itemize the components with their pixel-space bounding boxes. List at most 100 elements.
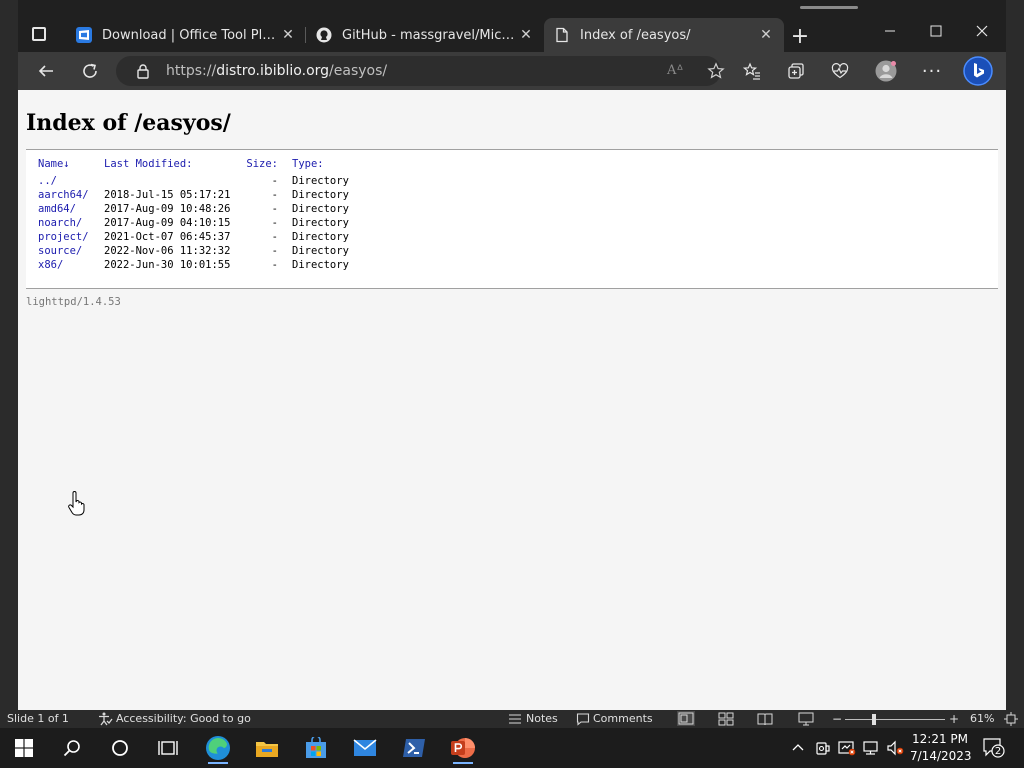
- normal-view-icon[interactable]: [677, 711, 695, 726]
- network-icon[interactable]: [862, 740, 880, 756]
- powerpoint-taskbar-icon[interactable]: [447, 732, 479, 764]
- collections-icon[interactable]: [783, 58, 809, 84]
- microsoft-store-icon[interactable]: [300, 732, 332, 764]
- accessibility-status[interactable]: Accessibility: Good to go: [116, 712, 251, 725]
- modified-cell: 2017-Aug-09 04:10:15: [104, 217, 231, 229]
- zoom-in-icon[interactable]: +: [949, 712, 959, 726]
- minimize-icon[interactable]: [875, 20, 905, 42]
- tab-index-easyos[interactable]: Index of /easyos/ ✕: [544, 18, 784, 52]
- favorite-star-icon[interactable]: [707, 62, 725, 80]
- hand-cursor-icon: [68, 491, 86, 517]
- url-host: distro.ibiblio.org: [216, 63, 330, 79]
- directory-link[interactable]: x86/: [38, 259, 63, 271]
- modified-cell: 2022-Nov-06 11:32:32: [104, 245, 231, 257]
- powershell-icon[interactable]: [398, 732, 430, 764]
- url-text[interactable]: https://distro.ibiblio.org/easyos/: [166, 63, 387, 79]
- clock-date: 7/14/2023: [910, 749, 972, 763]
- listing-table: Name↓ Last Modified: Size: Type: ../ - D…: [38, 158, 363, 272]
- directory-link[interactable]: project/: [38, 231, 89, 243]
- fit-to-window-icon[interactable]: [1004, 712, 1018, 726]
- table-row: aarch64/ 2018-Jul-15 05:17:21 - Director…: [38, 188, 363, 202]
- task-view-icon[interactable]: [152, 732, 184, 764]
- directory-link[interactable]: source/: [38, 245, 82, 257]
- slideshow-icon[interactable]: [798, 712, 814, 726]
- sort-by-modified-link[interactable]: Last Modified:: [104, 158, 193, 170]
- modified-cell: 2021-Oct-07 06:45:37: [104, 231, 231, 243]
- sort-by-name-link[interactable]: Name↓: [38, 158, 70, 170]
- notification-count: 2: [994, 746, 1002, 757]
- notes-icon[interactable]: [508, 712, 522, 726]
- browser-window: Download | Office Tool Plus Website ✕ Gi…: [18, 0, 1006, 710]
- bing-chat-icon[interactable]: [963, 56, 993, 86]
- show-hidden-icons-icon[interactable]: [791, 740, 805, 754]
- read-aloud-icon[interactable]: Aᐞ: [667, 63, 683, 79]
- favorites-icon[interactable]: [739, 58, 765, 84]
- zoom-out-icon[interactable]: −: [832, 712, 842, 726]
- zoom-slider[interactable]: [845, 719, 945, 720]
- tab-office-tool-plus[interactable]: Download | Office Tool Plus Website ✕: [66, 18, 306, 52]
- column-type-header[interactable]: Type:: [292, 158, 363, 174]
- comments-button[interactable]: Comments: [593, 712, 653, 725]
- zoom-level[interactable]: 61%: [970, 712, 994, 725]
- back-icon[interactable]: [33, 58, 59, 84]
- taskbar-clock[interactable]: 12:21 PM 7/14/2023: [910, 731, 972, 765]
- address-bar[interactable]: https://distro.ibiblio.org/easyos/ Aᐞ: [116, 56, 725, 86]
- table-row: project/ 2021-Oct-07 06:45:37 - Director…: [38, 230, 363, 244]
- size-cell: -: [271, 175, 278, 187]
- directory-link[interactable]: noarch/: [38, 217, 82, 229]
- sort-by-size-link[interactable]: Size:: [246, 158, 278, 170]
- size-cell: -: [271, 245, 278, 257]
- url-path: /easyos/: [329, 63, 388, 79]
- notes-button[interactable]: Notes: [526, 712, 558, 725]
- close-window-icon[interactable]: [967, 20, 997, 42]
- size-cell: -: [271, 231, 278, 243]
- name-cell: noarch/: [38, 216, 104, 230]
- name-cell: amd64/: [38, 202, 104, 216]
- new-tab-icon[interactable]: +: [788, 24, 812, 49]
- comments-icon[interactable]: [576, 712, 590, 726]
- profile-avatar[interactable]: [873, 58, 899, 84]
- server-signature: lighttpd/1.4.53: [26, 296, 121, 308]
- volume-muted-icon[interactable]: [886, 740, 904, 756]
- column-size-header[interactable]: Size:: [246, 158, 292, 174]
- refresh-icon[interactable]: [77, 58, 103, 84]
- more-menu-icon[interactable]: ···: [919, 58, 945, 84]
- mail-icon[interactable]: [349, 732, 381, 764]
- tab-github[interactable]: GitHub - massgravel/Microsoft-Activation…: [306, 18, 544, 52]
- file-explorer-icon[interactable]: [251, 732, 283, 764]
- tab-bar: Download | Office Tool Plus Website ✕ Gi…: [18, 0, 1006, 52]
- close-tab-icon[interactable]: ✕: [518, 27, 534, 43]
- cortana-icon[interactable]: [104, 732, 136, 764]
- directory-link[interactable]: ../: [38, 175, 57, 187]
- close-tab-icon[interactable]: ✕: [758, 27, 774, 43]
- search-icon[interactable]: [56, 732, 88, 764]
- tab-label: Download | Office Tool Plus Website: [102, 27, 278, 43]
- zoom-slider-thumb[interactable]: [872, 714, 876, 725]
- browser-essentials-icon[interactable]: [827, 58, 853, 84]
- maximize-icon[interactable]: [921, 20, 951, 42]
- accessibility-icon[interactable]: [97, 711, 113, 727]
- close-tab-icon[interactable]: ✕: [280, 27, 296, 43]
- security-icon[interactable]: [838, 740, 856, 756]
- tab-label: Index of /easyos/: [580, 27, 691, 43]
- column-name-header[interactable]: Name↓: [38, 158, 104, 174]
- edge-taskbar-icon[interactable]: [202, 732, 234, 764]
- notification-center-icon[interactable]: 2: [982, 737, 1006, 759]
- lock-icon[interactable]: [135, 63, 151, 79]
- tab-actions-icon[interactable]: [32, 27, 46, 41]
- name-cell: project/: [38, 230, 104, 244]
- directory-link[interactable]: amd64/: [38, 203, 76, 215]
- directory-link[interactable]: aarch64/: [38, 189, 89, 201]
- sort-by-type-link[interactable]: Type:: [292, 158, 324, 170]
- device-icon[interactable]: [815, 740, 831, 756]
- powerpoint-status-bar: Slide 1 of 1 Accessibility: Good to go N…: [0, 710, 1024, 728]
- window-drag-indicator: [800, 6, 858, 9]
- table-header-row: Name↓ Last Modified: Size: Type:: [38, 158, 363, 174]
- reading-view-icon[interactable]: [757, 712, 773, 726]
- start-button[interactable]: [8, 732, 40, 764]
- web-page: Index of /easyos/ Name↓ Last Modified: S…: [18, 90, 1006, 710]
- windows-app-icon: [76, 27, 92, 43]
- slide-sorter-icon[interactable]: [718, 712, 734, 726]
- column-modified-header[interactable]: Last Modified:: [104, 158, 246, 174]
- slide-indicator[interactable]: Slide 1 of 1: [7, 712, 69, 725]
